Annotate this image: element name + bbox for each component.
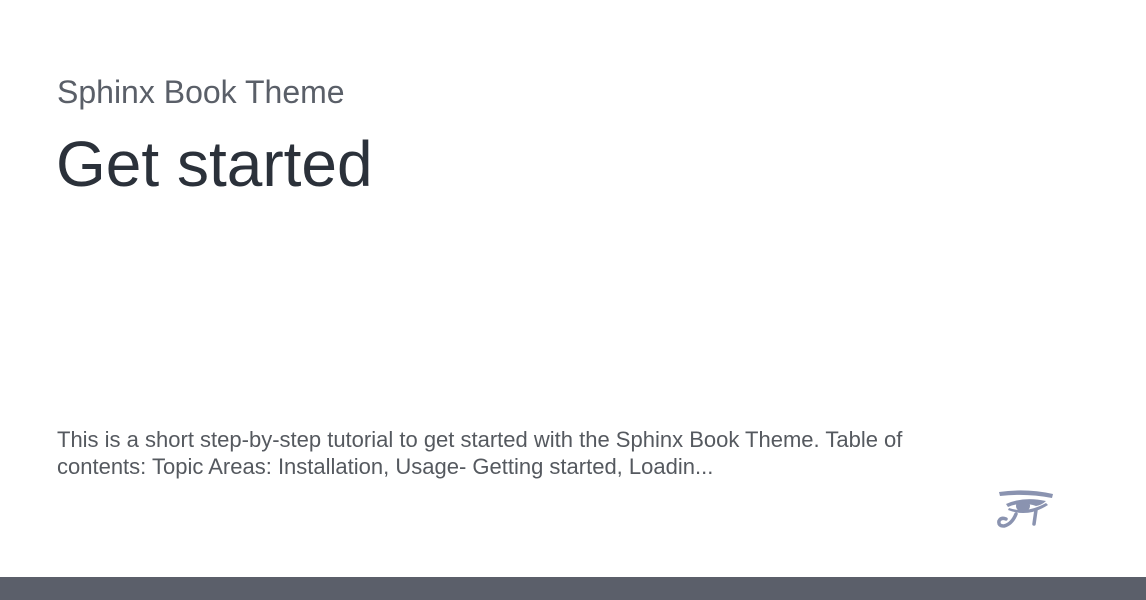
footer-bar	[0, 577, 1146, 600]
eye-of-horus-logo-icon	[996, 488, 1056, 532]
site-name: Sphinx Book Theme	[57, 74, 345, 110]
page-description: This is a short step-by-step tutorial to…	[57, 427, 903, 479]
page-title: Get started	[56, 128, 373, 200]
social-preview-card: Sphinx Book Theme Get started This is a …	[0, 0, 1146, 577]
